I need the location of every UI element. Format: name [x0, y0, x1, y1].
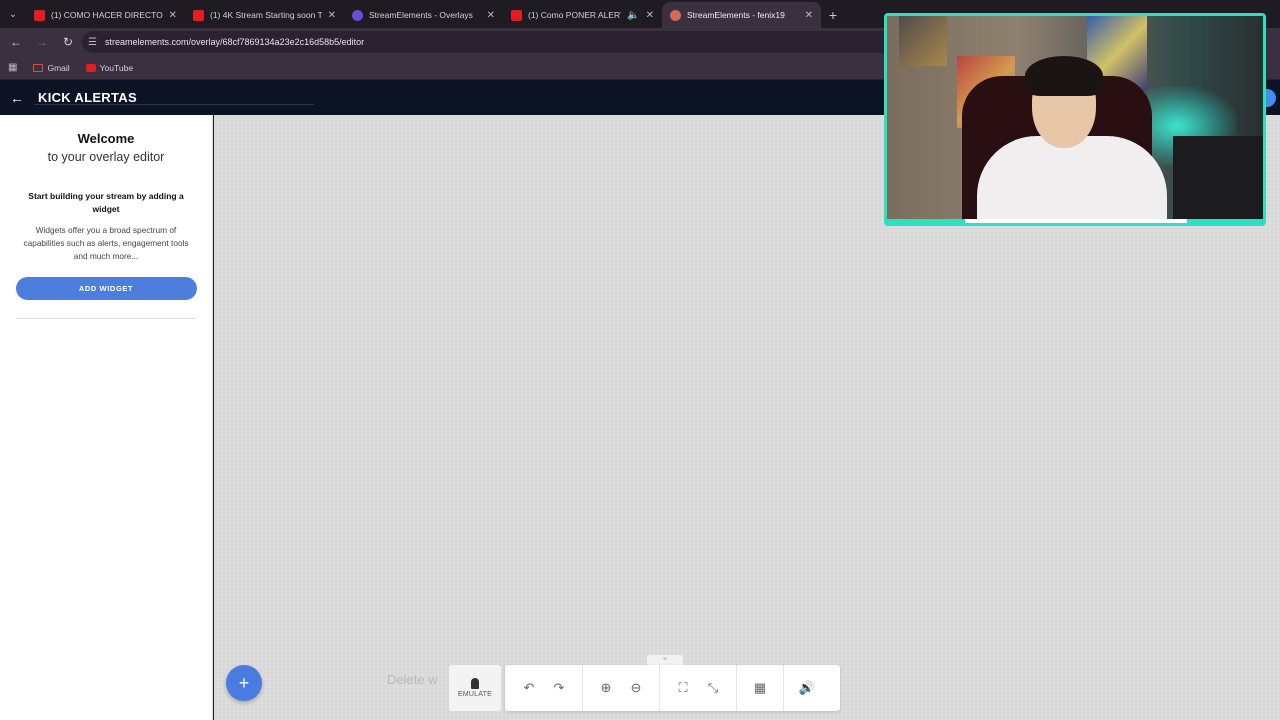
- youtube-icon: [85, 63, 96, 72]
- fullscreen-icon[interactable]: ⛶: [668, 673, 698, 703]
- site-info-icon[interactable]: ☰: [88, 37, 97, 48]
- browser-tab[interactable]: StreamElements - Overlays ✕: [344, 2, 503, 28]
- bell-icon: [471, 678, 479, 689]
- widgets-sidebar: Welcome to your overlay editor Start bui…: [0, 115, 213, 720]
- toolbar-divider: [783, 665, 784, 711]
- welcome-subtitle: to your overlay editor: [47, 150, 165, 164]
- add-widget-fab[interactable]: +: [226, 665, 262, 701]
- divider: [16, 318, 196, 319]
- streamer-hair: [1025, 56, 1103, 96]
- youtube-icon: [193, 9, 204, 21]
- bookmark-label: Gmail: [47, 62, 70, 73]
- webcam-overlay: [884, 13, 1266, 226]
- browser-tab[interactable]: (1) 4K Stream Starting soon Ten ✕: [185, 2, 344, 28]
- shelf: [1173, 136, 1263, 223]
- start-title: Start building your stream by adding a w…: [28, 191, 184, 214]
- redo-icon[interactable]: ↷: [544, 673, 574, 703]
- speaker-icon[interactable]: 🔈: [627, 10, 639, 21]
- bookmark-gmail[interactable]: Gmail: [33, 62, 70, 73]
- browser-tab[interactable]: (1) COMO HACER DIRECTOS EN ✕: [26, 2, 185, 28]
- close-tab-icon[interactable]: ✕: [487, 10, 495, 21]
- tab-title: StreamElements - fenix19: [687, 10, 785, 20]
- zoom-out-icon[interactable]: ⊖: [621, 673, 651, 703]
- close-tab-icon[interactable]: ✕: [328, 10, 336, 21]
- tab-title: (1) Como PONER ALERTAS e: [528, 10, 621, 20]
- bookmark-label: YouTube: [99, 62, 134, 73]
- apps-grid-icon[interactable]: ▦: [8, 62, 17, 73]
- back-icon[interactable]: ←: [6, 32, 26, 52]
- forward-icon[interactable]: →: [32, 32, 52, 52]
- webcam-frame-bar-highlight: [965, 219, 1187, 223]
- close-tab-icon[interactable]: ✕: [169, 10, 177, 21]
- plus-icon: +: [238, 672, 250, 693]
- tab-title: (1) COMO HACER DIRECTOS EN: [51, 10, 163, 20]
- zoom-in-icon[interactable]: ⊕: [591, 673, 621, 703]
- emulate-label: EMULATE: [458, 691, 492, 698]
- tab-title: (1) 4K Stream Starting soon Ten: [210, 10, 322, 20]
- overlay-name-title[interactable]: KICK ALERTAS: [38, 90, 137, 105]
- browser-tab[interactable]: (1) Como PONER ALERTAS e 🔈 ✕: [503, 2, 662, 28]
- toolbar-handle[interactable]: ≡: [647, 655, 683, 665]
- volume-icon[interactable]: 🔊: [792, 673, 822, 703]
- emulate-button[interactable]: EMULATE: [449, 665, 501, 711]
- streamelements-icon: [352, 9, 363, 21]
- youtube-icon: [34, 9, 45, 21]
- exit-fullscreen-icon[interactable]: ⤡: [698, 673, 728, 703]
- bookmark-youtube[interactable]: YouTube: [85, 62, 134, 73]
- browser-tab-active[interactable]: StreamElements - fenix19 ✕: [662, 2, 821, 28]
- start-description: Widgets offer you a broad spectrum of ca…: [23, 225, 189, 261]
- reload-icon[interactable]: ↻: [58, 32, 78, 52]
- gmail-icon: [33, 63, 44, 72]
- toolbar-divider: [582, 665, 583, 711]
- tab-search-icon[interactable]: ⌄: [0, 0, 26, 28]
- delete-widget-hint: Delete w: [387, 672, 438, 687]
- close-tab-icon[interactable]: ✕: [646, 10, 654, 21]
- add-widget-button[interactable]: ADD WIDGET: [15, 277, 197, 300]
- wall-poster: [899, 16, 947, 66]
- url-text: streamelements.com/overlay/68cf7869134a2…: [104, 37, 365, 47]
- grid-icon[interactable]: ▦: [745, 673, 775, 703]
- undo-icon[interactable]: ↶: [514, 673, 544, 703]
- toolbar-divider: [659, 665, 660, 711]
- welcome-title: Welcome: [77, 131, 135, 146]
- streamer-body: [977, 136, 1167, 223]
- back-arrow-icon[interactable]: ←: [10, 90, 26, 106]
- youtube-icon: [511, 9, 522, 21]
- tab-title: StreamElements - Overlays: [369, 10, 473, 20]
- close-tab-icon[interactable]: ✕: [805, 10, 813, 21]
- editor-toolbar: ↶ ↷ ⊕ ⊖ ⛶ ⤡ ▦ 🔊: [505, 665, 840, 711]
- overlay-name-underline: [34, 104, 314, 105]
- streamelements-icon: [670, 9, 681, 21]
- toolbar-divider: [736, 665, 737, 711]
- new-tab-button[interactable]: +: [821, 2, 845, 28]
